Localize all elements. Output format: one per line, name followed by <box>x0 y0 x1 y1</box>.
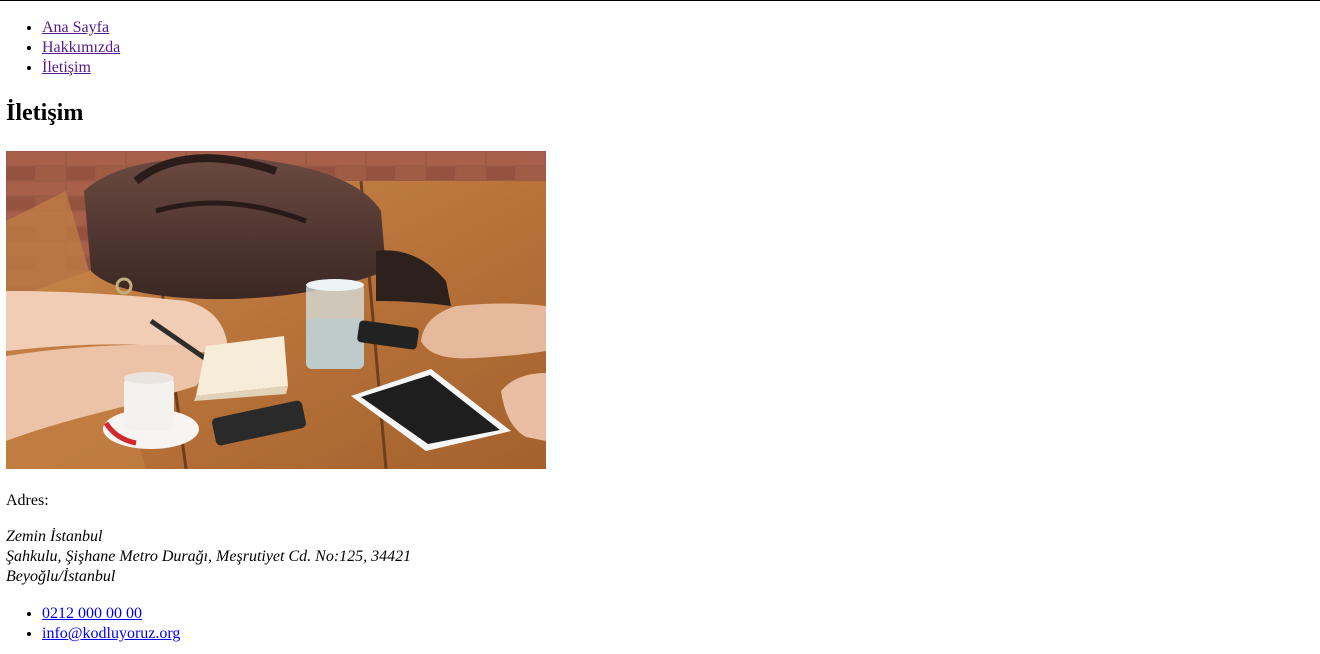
page-title: İletişim <box>6 100 84 126</box>
address-block: Zemin İstanbul Şahkulu, Şişhane Metro Dur… <box>6 527 411 587</box>
nav-list: Ana Sayfa Hakkımızda İletişim <box>6 18 120 78</box>
contact-item-phone: 0212 000 00 00 <box>42 604 180 624</box>
address-line: Beyoğlu/İstanbul <box>6 568 116 585</box>
contact-list: 0212 000 00 00 info@kodluyoruz.org <box>6 604 180 644</box>
nav-link-about[interactable]: Hakkımızda <box>42 39 120 56</box>
address-line: Şahkulu, Şişhane Metro Durağı, Meşrutiye… <box>6 548 412 565</box>
address-line: Zemin İstanbul <box>6 528 103 545</box>
page: Ana Sayfa Hakkımızda İletişim İletişim <box>0 0 1320 654</box>
email-link[interactable]: info@kodluyoruz.org <box>42 625 180 642</box>
phone-link[interactable]: 0212 000 00 00 <box>42 605 142 622</box>
address-label: Adres: <box>6 492 49 509</box>
meeting-photo <box>6 151 546 469</box>
nav-item-about: Hakkımızda <box>42 38 120 58</box>
nav-link-contact[interactable]: İletişim <box>42 59 91 76</box>
contact-item-email: info@kodluyoruz.org <box>42 624 180 644</box>
nav-item-home: Ana Sayfa <box>42 18 120 38</box>
nav-item-contact: İletişim <box>42 58 120 78</box>
nav-link-home[interactable]: Ana Sayfa <box>42 19 109 36</box>
